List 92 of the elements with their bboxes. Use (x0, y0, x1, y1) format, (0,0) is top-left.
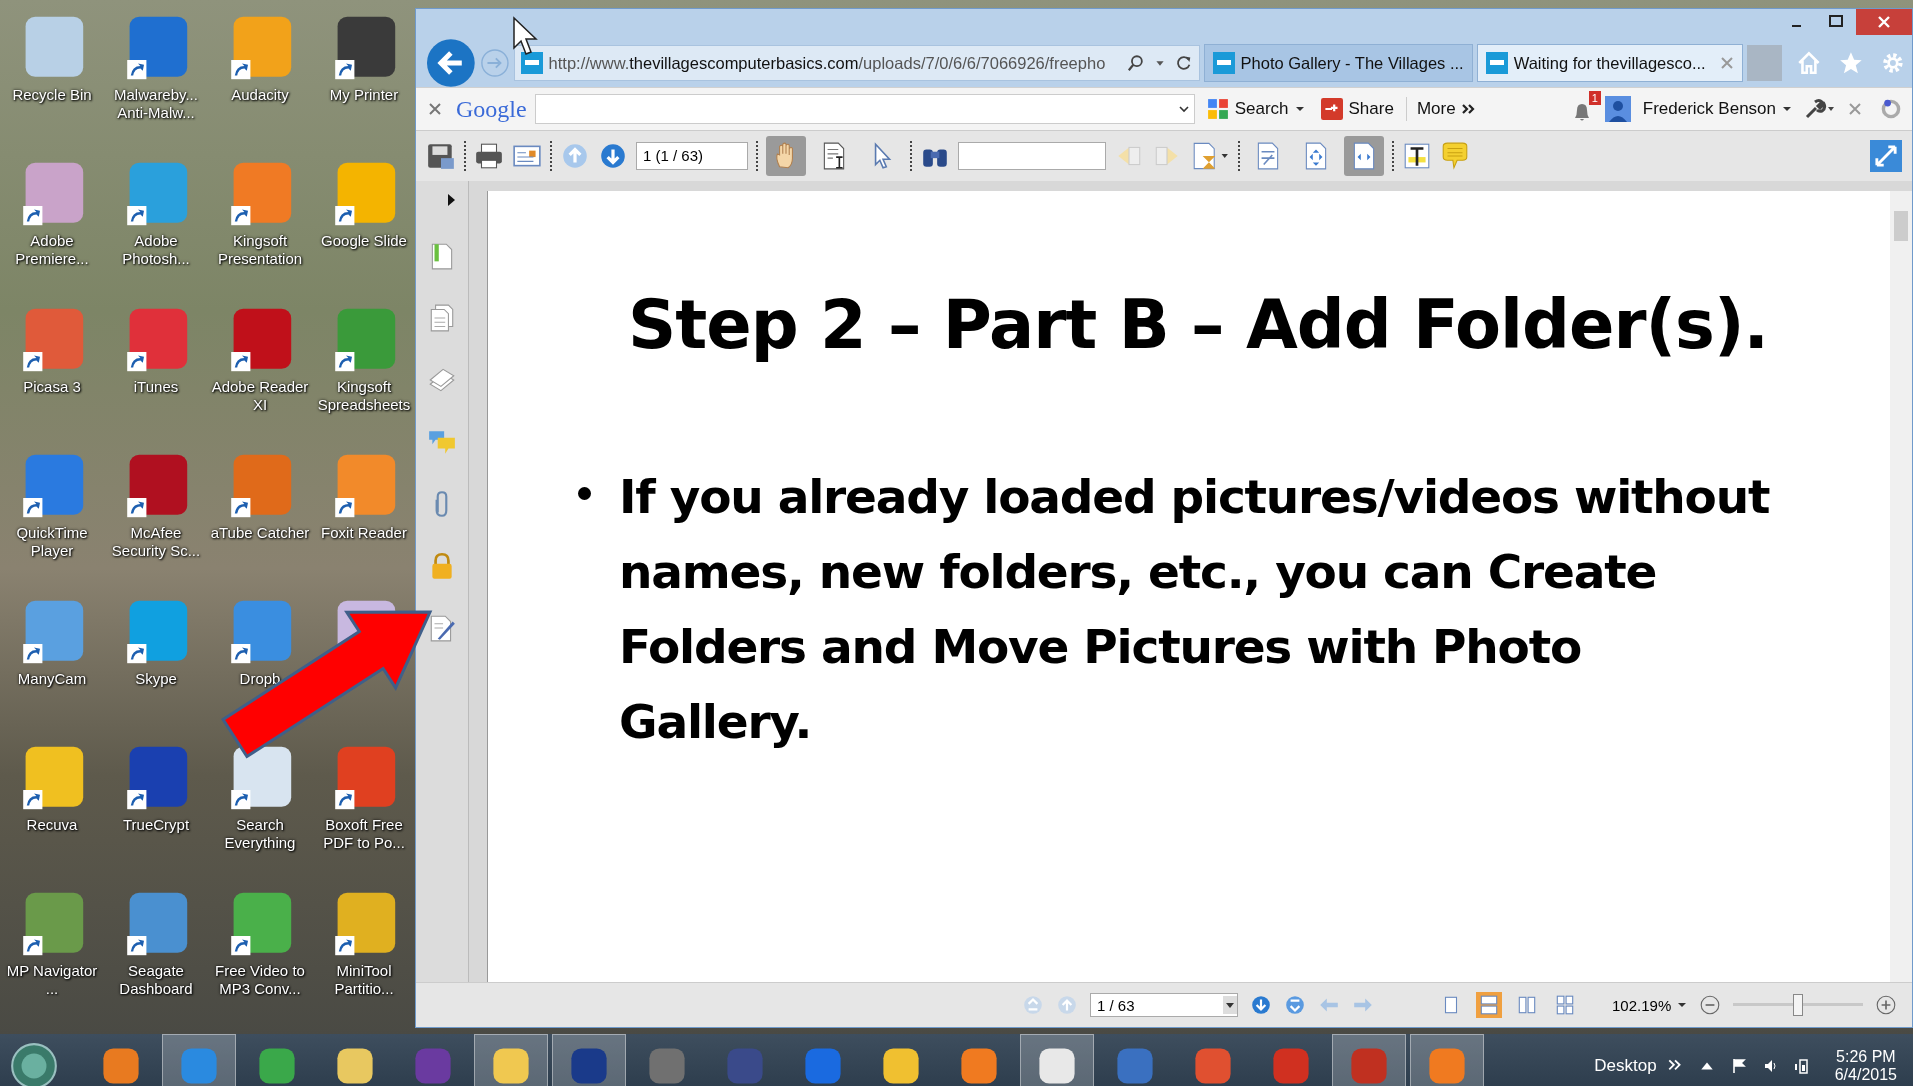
search-button[interactable]: Search (1202, 96, 1309, 122)
print-icon[interactable] (474, 141, 504, 171)
icon-label: Adobe Reader XI (210, 378, 310, 414)
double-chevron-icon (1461, 103, 1476, 115)
close-icon[interactable] (428, 102, 442, 116)
user-avatar-icon (1604, 96, 1631, 122)
taskbar-button[interactable] (474, 1034, 548, 1086)
battery-icon[interactable] (1794, 1058, 1811, 1074)
icon-label: McAfee Security Sc... (110, 524, 202, 560)
bullet-text: If you already loaded pictures/videos without names, new folders, etc., you can Create Folders and Move Pictures with Photo Gallery. (619, 468, 1771, 751)
more-button[interactable]: More (1405, 97, 1480, 121)
icon-label: Free Video to MP3 Conv... (214, 962, 306, 998)
taskbar-button[interactable] (1020, 1034, 1094, 1086)
clock-time[interactable]: 5:26 PM (1836, 1048, 1896, 1066)
share-button[interactable]: Share (1316, 96, 1398, 122)
vertical-scrollbar[interactable] (1890, 191, 1912, 982)
next-page-icon[interactable] (598, 141, 628, 171)
icon-label: Seagate Dashboard (118, 962, 194, 998)
slider-thumb[interactable] (1793, 994, 1804, 1016)
icon-label: QuickTime Player (15, 524, 89, 560)
page-number-field[interactable]: 1 (1 / 63) (636, 142, 748, 170)
caret-icon (1294, 104, 1305, 114)
icon-label: Dropb (238, 670, 282, 688)
page-layout-icon (1554, 994, 1576, 1016)
search-field[interactable] (534, 94, 1195, 124)
search-logo-icon (1206, 98, 1229, 120)
site-favicon-icon (1212, 52, 1235, 74)
icon-label: Adobe Photosh... (121, 232, 191, 268)
fit-width-button[interactable] (1344, 136, 1384, 176)
wrench-icon[interactable] (1804, 98, 1834, 120)
icon-label: TrueCrypt (121, 816, 191, 834)
refresh-icon[interactable] (1174, 54, 1193, 72)
back-icon[interactable] (426, 38, 476, 88)
clock-date[interactable]: 6/4/2015 (1834, 1066, 1897, 1084)
page-number-field[interactable]: 1 / 63 (1090, 993, 1238, 1017)
icon-label: Audacity (230, 86, 290, 104)
icon-label: ManyCam (16, 670, 88, 688)
zoom-percentage: 102.19% (1612, 996, 1672, 1014)
icon-label: Malwareby... Anti-Malw... (113, 86, 199, 122)
site-favicon-icon (520, 52, 543, 74)
comment-icon[interactable] (1440, 141, 1470, 171)
last-page-icon[interactable] (1284, 994, 1306, 1016)
dropdown-caret-icon[interactable] (1177, 103, 1190, 115)
icon-label: MiniTool Partitio... (333, 962, 395, 998)
google-logo: Google (456, 95, 527, 123)
icon-label: MP Navigator ... (5, 962, 99, 998)
typewriter-icon[interactable] (1402, 141, 1432, 171)
icon-label: Search Everything (223, 816, 297, 852)
continuous-view-button[interactable] (1476, 992, 1502, 1018)
dropdown-caret-icon[interactable] (1223, 996, 1237, 1014)
slide-title: Step 2 – Part B – Add Folder(s). (628, 286, 1770, 364)
desktop-toolbar-label[interactable]: Desktop (1594, 1056, 1657, 1076)
icon-label: Skype (134, 670, 178, 688)
icon-label: aTube Catcher (209, 524, 311, 542)
icon-label: Kingsoft Spreadsheets (316, 378, 412, 414)
bullet-icon (578, 487, 591, 500)
icon-label: Boxoft Free PDF to Po... (322, 816, 406, 852)
icon-label: Picasa 3 (22, 378, 82, 396)
caret-icon (1782, 104, 1792, 114)
close-icon[interactable] (1848, 102, 1862, 116)
page-layout-icon (1516, 994, 1538, 1016)
share-logo-icon (1320, 98, 1343, 120)
find-field[interactable] (958, 142, 1106, 170)
flag-icon[interactable] (1730, 1058, 1747, 1074)
start-button-icon[interactable] (8, 1040, 60, 1086)
notification-badge: 1 (1588, 91, 1601, 105)
taskbar-button[interactable] (552, 1034, 626, 1086)
zoom-out-icon[interactable] (1699, 994, 1722, 1016)
icon-label: Google Slide (320, 232, 408, 250)
icon-label: Kingsoft Presentation (216, 232, 304, 268)
hand-tool-button[interactable] (766, 136, 806, 176)
fullscreen-icon[interactable] (1870, 140, 1902, 172)
icon-label: Recycle Bin (11, 86, 93, 104)
icon-label: Recuva (25, 816, 79, 834)
zoom-in-icon[interactable] (1875, 994, 1898, 1016)
close-icon[interactable] (1856, 9, 1912, 35)
icon-label: My Printer (328, 86, 400, 104)
user-menu-button[interactable]: Frederick Benson (1638, 97, 1796, 121)
mouse-cursor-icon (512, 16, 540, 58)
search-icon[interactable] (1126, 54, 1145, 72)
page-layout-icon (1478, 994, 1500, 1016)
speaker-icon[interactable] (1762, 1058, 1779, 1074)
browser-tab[interactable]: Photo Gallery - The Villages ... (1203, 44, 1473, 82)
next-page-icon[interactable] (1250, 994, 1272, 1016)
site-favicon-icon (1485, 52, 1508, 74)
browser-tab[interactable]: Waiting for thevillagesco... (1476, 44, 1743, 82)
icon-label: Foxit Reader (320, 524, 408, 542)
icon-label: Adobe Premiere... (14, 232, 90, 268)
address-field[interactable]: http://www.thevillagescomputerbasics.com/uploads/7/0/6/6/7066926/freepho (513, 45, 1200, 81)
close-icon[interactable] (1719, 56, 1734, 70)
icon-label: iTunes (132, 378, 180, 396)
save-icon[interactable] (426, 141, 456, 171)
